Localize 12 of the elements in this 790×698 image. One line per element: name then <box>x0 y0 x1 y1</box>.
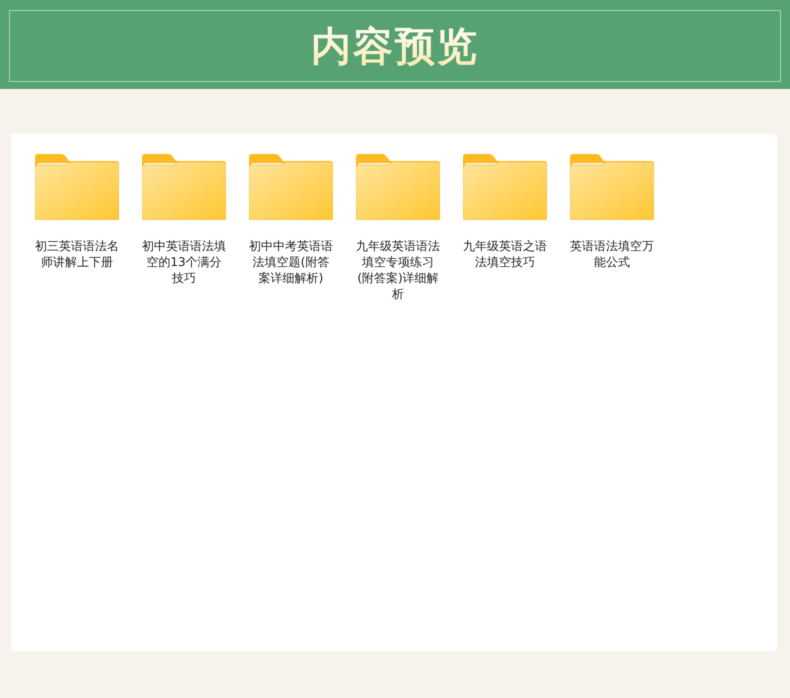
folder-icon[interactable] <box>463 154 547 220</box>
folder-name: 九年级英语语法填空专项练习(附答案)详细解析 <box>355 238 441 302</box>
folder-icon[interactable] <box>249 154 333 220</box>
folder-icon[interactable] <box>35 154 119 220</box>
folder-name: 九年级英语之语法填空技巧 <box>462 238 548 270</box>
folder-name: 初中中考英语语法填空题(附答案详细解析) <box>248 238 334 286</box>
folder-icon[interactable] <box>570 154 654 220</box>
folder-name: 初三英语语法名师讲解上下册 <box>34 238 120 270</box>
folder-icon[interactable] <box>356 154 440 220</box>
folder-name: 初中英语语法填空的13个满分技巧 <box>141 238 227 286</box>
folder-icon[interactable] <box>142 154 226 220</box>
folder-name: 英语语法填空万能公式 <box>569 238 655 270</box>
